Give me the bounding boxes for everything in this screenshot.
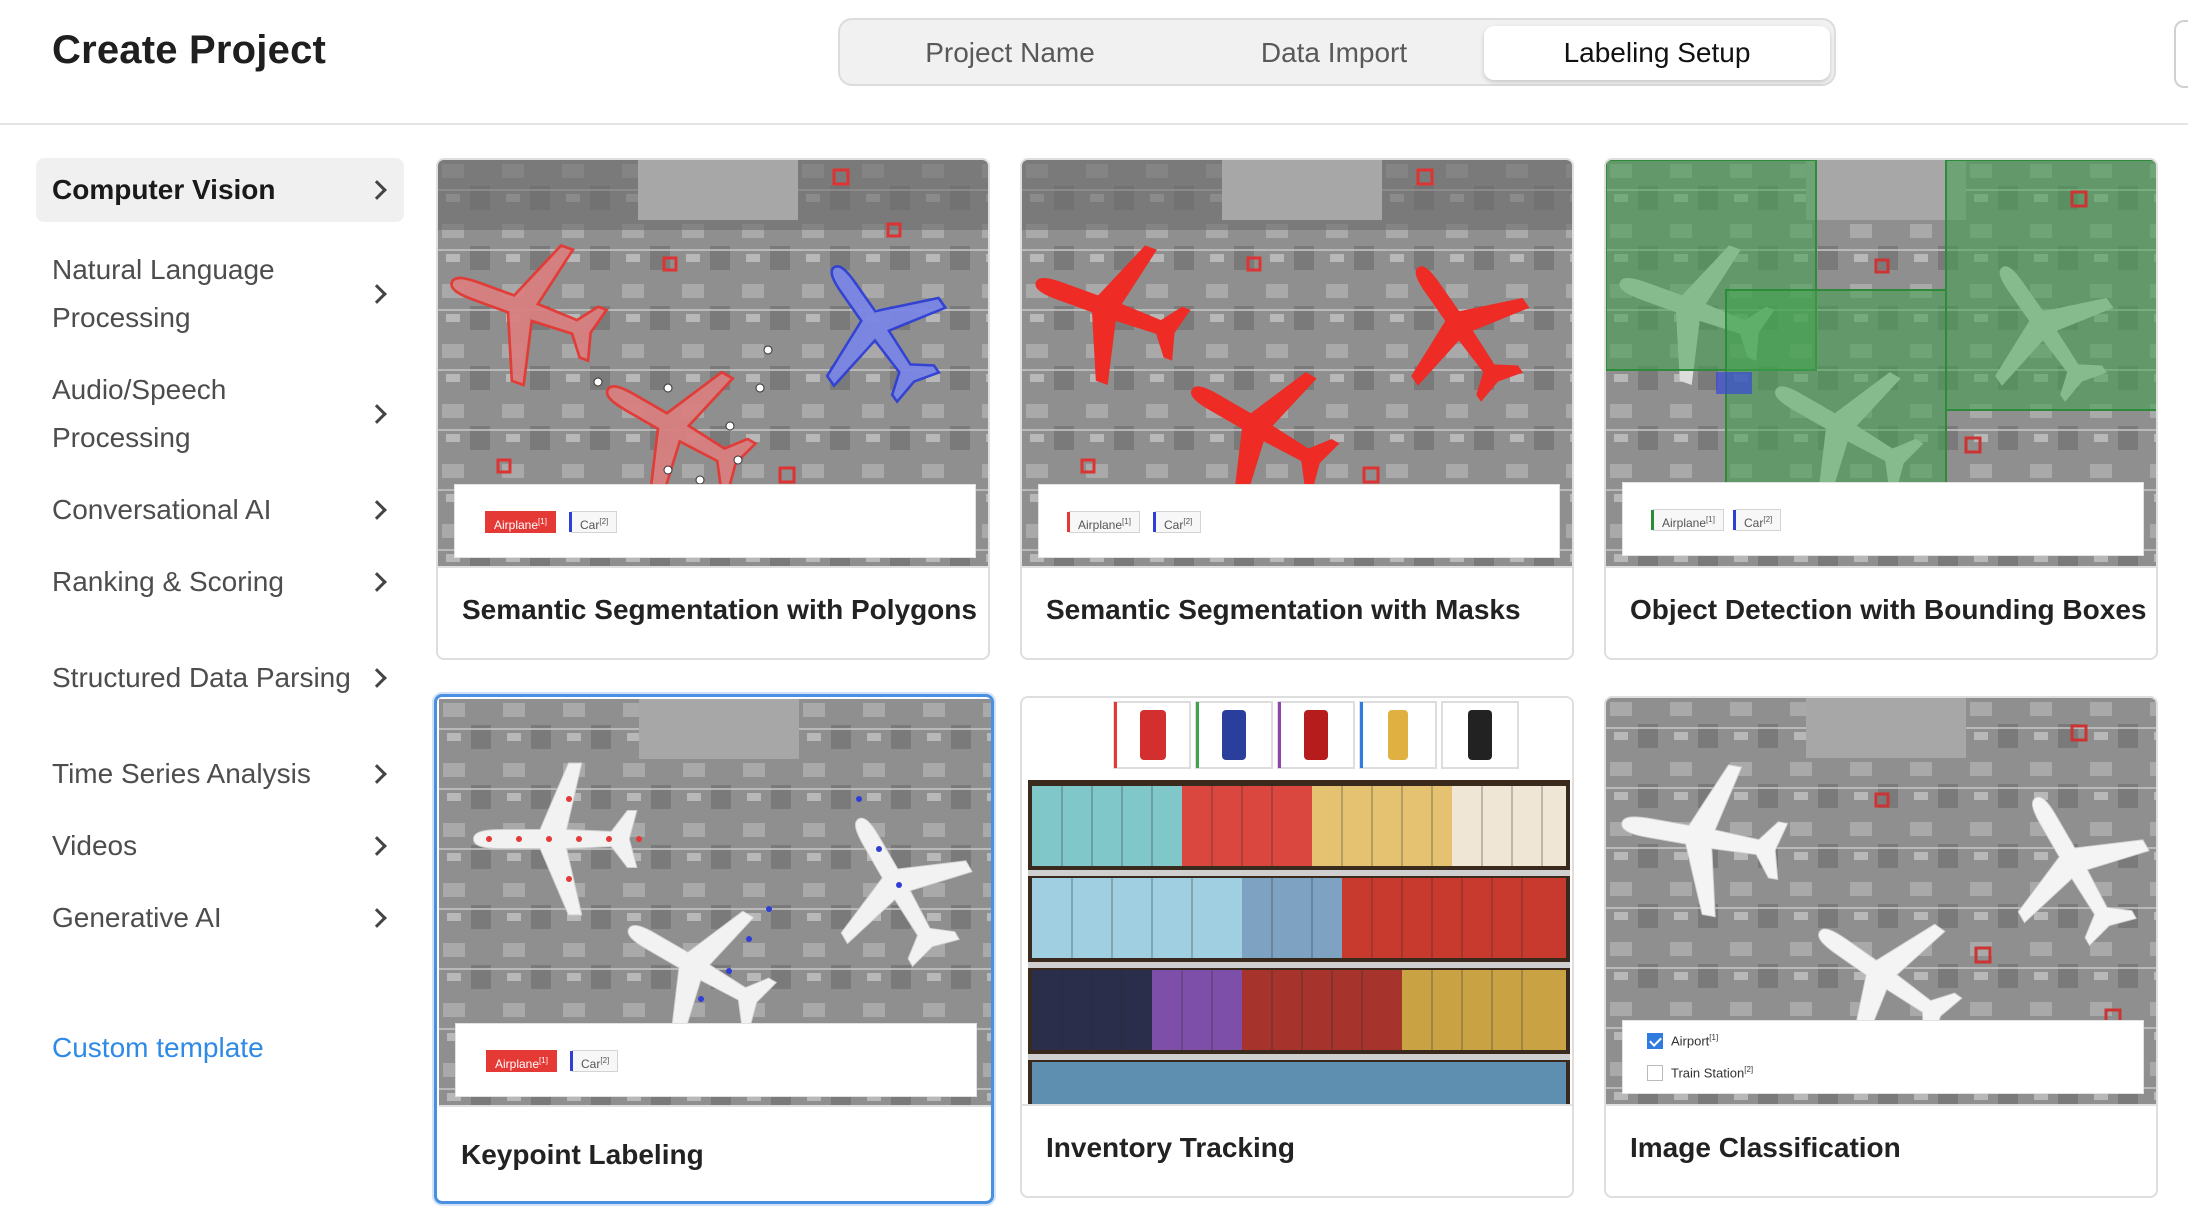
sidebar-item-time-series[interactable]: Time Series Analysis <box>36 738 404 810</box>
step-tabs: Project Name Data Import Labeling Setup <box>838 18 1836 86</box>
sidebar-item-structured-data[interactable]: Structured Data Parsing <box>36 618 404 738</box>
sidebar-item-generative-ai[interactable]: Generative AI <box>36 882 404 954</box>
checkbox-icon[interactable] <box>1647 1065 1663 1081</box>
label-tag-airplane: Airplane[1] <box>1651 509 1724 531</box>
chevron-right-icon <box>367 572 387 592</box>
sidebar-item-nlp[interactable]: Natural Language Processing <box>36 234 404 354</box>
label-tag-car: Car[2] <box>570 1050 619 1072</box>
label-config-panel: Airplane[1] Car[2] <box>1622 482 2144 556</box>
sidebar-item-label: Ranking & Scoring <box>52 566 284 597</box>
sidebar-item-label: Computer Vision <box>52 174 276 205</box>
custom-template-link[interactable]: Custom template <box>52 1032 264 1064</box>
template-preview-image <box>1022 698 1572 1106</box>
sidebar-item-audio-speech[interactable]: Audio/Speech Processing <box>36 354 404 474</box>
sidebar-item-label: Structured Data Parsing <box>52 662 351 693</box>
label-tag-car: Car[2] <box>1733 509 1782 531</box>
template-card-inventory[interactable]: Inventory Tracking <box>1020 696 1574 1198</box>
label-tag-airplane: Airplane[1] <box>485 511 556 533</box>
template-title: Inventory Tracking <box>1046 1132 1295 1163</box>
chevron-right-icon <box>367 836 387 856</box>
label-config-panel: Airplane[1] Car[2] <box>1038 484 1560 558</box>
template-preview-image: Airplane[1] Car[2] <box>439 699 991 1107</box>
template-title: Image Classification <box>1630 1132 1901 1163</box>
template-title: Object Detection with Bounding Boxes <box>1630 594 2147 625</box>
label-config-panel: Airplane[1] Car[2] <box>454 484 976 558</box>
tab-project-name[interactable]: Project Name <box>848 26 1172 80</box>
chevron-right-icon <box>367 908 387 928</box>
template-preview-image: Airplane[1] Car[2] <box>438 160 988 568</box>
label-tag-car: Car[2] <box>1153 511 1202 533</box>
label-tag-car: Car[2] <box>569 511 618 533</box>
sidebar-item-label: Time Series Analysis <box>52 758 311 789</box>
label-tag-airplane: Airplane[1] <box>486 1050 557 1072</box>
header: Create Project Project Name Data Import … <box>0 0 2188 125</box>
template-preview-image: Airplane[1] Car[2] <box>1606 160 2156 568</box>
sidebar-item-computer-vision[interactable]: Computer Vision <box>36 158 404 222</box>
template-card-bounding-boxes[interactable]: Airplane[1] Car[2] Object Detection with… <box>1604 158 2158 660</box>
chevron-right-icon <box>367 284 387 304</box>
header-action-button[interactable] <box>2174 20 2188 88</box>
template-card-keypoint[interactable]: Airplane[1] Car[2] Keypoint Labeling <box>434 694 994 1204</box>
tab-data-import[interactable]: Data Import <box>1172 26 1496 80</box>
checkbox-icon[interactable] <box>1647 1033 1663 1049</box>
sidebar-item-label: Conversational AI <box>52 494 272 525</box>
template-card-polygons[interactable]: Airplane[1] Car[2] Semantic Segmentation… <box>436 158 990 660</box>
sidebar-item-ranking-scoring[interactable]: Ranking & Scoring <box>36 546 404 618</box>
sidebar-item-label: Natural Language Processing <box>52 254 275 333</box>
template-title: Semantic Segmentation with Polygons <box>462 594 977 625</box>
sidebar-item-conversational-ai[interactable]: Conversational AI <box>36 474 404 546</box>
chevron-right-icon <box>367 500 387 520</box>
category-sidebar: Computer Vision Natural Language Process… <box>36 158 404 954</box>
chevron-right-icon <box>367 180 387 200</box>
sidebar-item-label: Audio/Speech Processing <box>52 374 227 453</box>
page-title: Create Project <box>52 28 327 72</box>
template-title: Semantic Segmentation with Masks <box>1046 594 1521 625</box>
classification-choices-panel: Airport[1] Train Station[2] <box>1622 1020 2144 1094</box>
label-tag-airplane: Airplane[1] <box>1067 511 1140 533</box>
chevron-right-icon <box>367 668 387 688</box>
choice-train-station: Train Station[2] <box>1671 1065 1754 1081</box>
template-preview-image: Airport[1] Train Station[2] <box>1606 698 2156 1106</box>
template-card-masks[interactable]: Airplane[1] Car[2] Semantic Segmentation… <box>1020 158 1574 660</box>
template-title: Keypoint Labeling <box>461 1139 704 1170</box>
tab-labeling-setup[interactable]: Labeling Setup <box>1484 26 1830 80</box>
choice-airport: Airport[1] <box>1671 1033 1719 1049</box>
sidebar-item-label: Videos <box>52 830 138 861</box>
sidebar-item-videos[interactable]: Videos <box>36 810 404 882</box>
chevron-right-icon <box>367 764 387 784</box>
template-card-classification[interactable]: Airport[1] Train Station[2] Image Classi… <box>1604 696 2158 1198</box>
label-config-panel: Airplane[1] Car[2] <box>455 1023 977 1097</box>
template-preview-image: Airplane[1] Car[2] <box>1022 160 1572 568</box>
chevron-right-icon <box>367 404 387 424</box>
sidebar-item-label: Generative AI <box>52 902 222 933</box>
